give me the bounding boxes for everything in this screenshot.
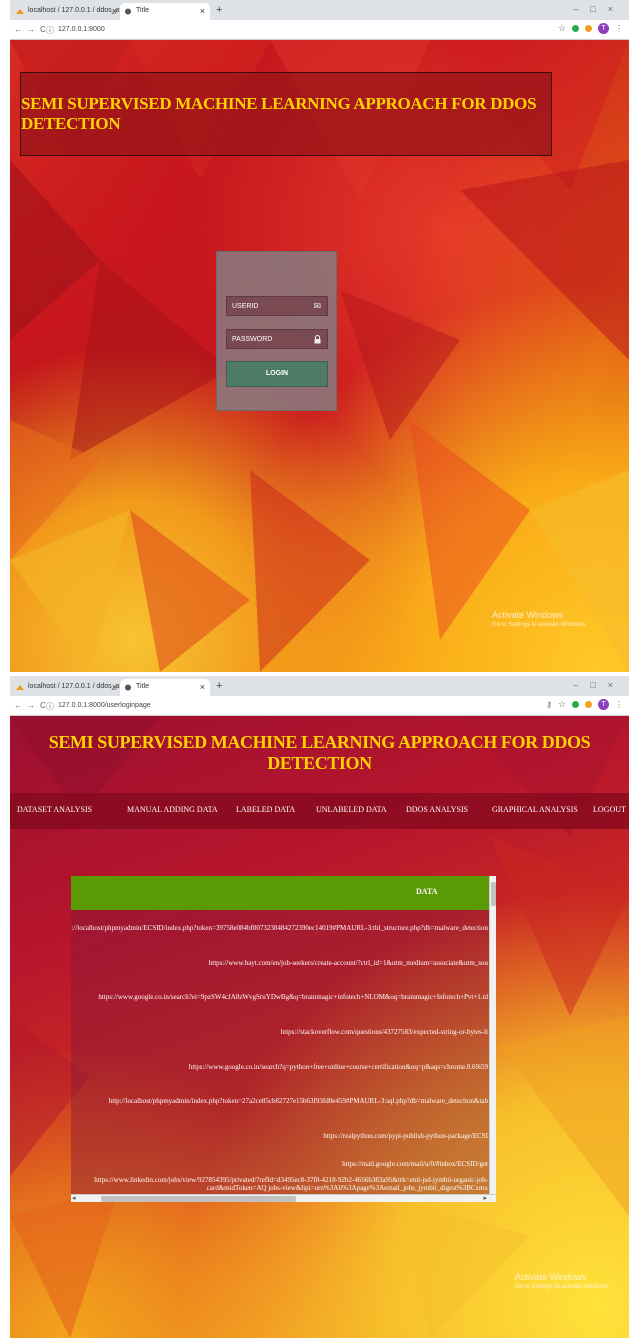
- main-nav: DATASET ANALYSIS MANUAL ADDING DATA LABE…: [10, 793, 629, 829]
- key-icon[interactable]: ⚷: [546, 700, 552, 709]
- table-row: https://mail.google.com/mail/u/0/#inbox/…: [342, 1160, 488, 1168]
- page-title: SEMI SUPERVISED MACHINE LEARNING APPROAC…: [48, 732, 591, 773]
- nav-labeled-data[interactable]: LABELED DATA: [236, 805, 295, 814]
- table-row: https://stackoverflow.com/questions/4372…: [280, 1028, 488, 1036]
- star-icon[interactable]: ☆: [558, 23, 566, 34]
- tab-label: Title: [136, 7, 149, 14]
- url-field[interactable]: 127.0.0.1:8000: [58, 26, 105, 33]
- login-page: SEMI SUPERVISED MACHINE LEARNING APPROAC…: [10, 40, 629, 672]
- extensions-area: ⚷ ☆ T ⋮: [546, 699, 623, 710]
- lock-icon: [314, 335, 321, 344]
- extension-green-icon[interactable]: [572, 701, 579, 708]
- activate-windows-watermark: Activate Windows Go to Settings to activ…: [492, 610, 587, 628]
- column-header-data: DATA: [416, 887, 438, 896]
- table-row: https://www.google.co.in/search?ei=9pzSW…: [98, 993, 488, 1001]
- user-page: SEMI SUPERVISED MACHINE LEARNING APPROAC…: [10, 716, 629, 1338]
- window-controls[interactable]: –□×: [573, 680, 625, 690]
- info-icon[interactable]: ⓘ: [46, 25, 54, 36]
- table-row: https://www.google.co.in/search?q=python…: [188, 1063, 488, 1071]
- new-tab-icon[interactable]: +: [216, 4, 222, 16]
- table-row: http://localhost/phpmyadmin/index.php?to…: [108, 1097, 488, 1105]
- nav-graphical-analysis[interactable]: GRAPHICAL ANALYSIS: [492, 805, 578, 814]
- extensions-area: ☆ T ⋮: [558, 23, 623, 34]
- nav-dataset-analysis[interactable]: DATASET ANALYSIS: [17, 805, 92, 814]
- table-row: https://www.bayt.com/en/job-seekers/crea…: [208, 959, 488, 967]
- star-icon[interactable]: ☆: [558, 699, 566, 710]
- menu-kebab-icon[interactable]: ⋮: [615, 24, 623, 33]
- scroll-right-arrow-icon[interactable]: ▸: [483, 1194, 487, 1202]
- globe-favicon-icon: [124, 684, 132, 691]
- activate-windows-title: Activate Windows: [515, 1272, 587, 1282]
- userid-field[interactable]: USERID ✉: [226, 296, 328, 316]
- userid-placeholder: USERID: [232, 303, 259, 310]
- browser-tab-title[interactable]: Title ×: [120, 679, 210, 696]
- window-controls[interactable]: –□×: [573, 4, 625, 14]
- extension-green-icon[interactable]: [572, 25, 579, 32]
- table-row: http://localhost/phpmyadmin/ECSID/index.…: [71, 924, 488, 932]
- nav-manual-adding-data[interactable]: MANUAL ADDING DATA: [127, 805, 218, 814]
- table-header: DATA: [71, 876, 489, 910]
- password-field[interactable]: PASSWORD: [226, 329, 328, 349]
- browser-tab-phpmyadmin[interactable]: localhost / 127.0.0.1 / ddos_attac ×: [12, 3, 131, 20]
- profile-avatar[interactable]: T: [598, 23, 609, 34]
- nav-logout[interactable]: LOGOUT: [593, 805, 626, 814]
- password-placeholder: PASSWORD: [232, 336, 273, 343]
- address-bar: ←→C ⓘ 127.0.0.1:8000 ☆ T ⋮: [10, 20, 629, 40]
- address-bar: ←→C ⓘ 127.0.0.1:8000/userloginpage ⚷ ☆ T…: [10, 696, 629, 716]
- mail-icon: ✉: [313, 301, 321, 311]
- user-page-screenshot: localhost / 127.0.0.1 / ddos_attac × Tit…: [10, 676, 629, 1338]
- url-field[interactable]: 127.0.0.1:8000/userloginpage: [58, 702, 151, 709]
- browser-tab-title[interactable]: Title ×: [120, 3, 210, 20]
- table-row: https://realpython.com/pypi-publish-pyth…: [323, 1132, 488, 1140]
- info-icon[interactable]: ⓘ: [46, 701, 54, 712]
- close-tab-icon[interactable]: ×: [112, 6, 117, 16]
- menu-kebab-icon[interactable]: ⋮: [615, 700, 623, 709]
- browser-tab-phpmyadmin[interactable]: localhost / 127.0.0.1 / ddos_attac ×: [12, 679, 131, 696]
- browser-tab-bar: localhost / 127.0.0.1 / ddos_attac × Tit…: [10, 676, 629, 696]
- horizontal-scroll-thumb[interactable]: [101, 1196, 296, 1202]
- data-table: DATA http://localhost/phpmyadmin/ECSID/i…: [71, 876, 496, 1194]
- phpmyadmin-favicon-icon: [16, 685, 24, 690]
- nav-ddos-analysis[interactable]: DDOS ANALYSIS: [406, 805, 468, 814]
- table-row: https://www.linkedin.com/jobs/view/92785…: [94, 1176, 488, 1192]
- nav-unlabeled-data[interactable]: UNLABELED DATA: [316, 805, 387, 814]
- title-banner: SEMI SUPERVISED MACHINE LEARNING APPROAC…: [20, 72, 552, 156]
- close-tab-icon[interactable]: ×: [200, 6, 205, 16]
- close-tab-icon[interactable]: ×: [112, 682, 117, 692]
- tab-label: Title: [136, 683, 149, 690]
- horizontal-scrollbar[interactable]: ◂ ▸: [71, 1194, 496, 1202]
- login-form: USERID ✉ PASSWORD LOGIN: [216, 251, 337, 411]
- extension-orange-icon[interactable]: [585, 701, 592, 708]
- globe-favicon-icon: [124, 8, 132, 15]
- activate-windows-watermark: Activate Windows Go to Settings to activ…: [515, 1272, 610, 1290]
- activate-windows-subtitle: Go to Settings to activate Windows.: [515, 1284, 610, 1290]
- vertical-scrollbar[interactable]: [489, 876, 496, 1194]
- extension-orange-icon[interactable]: [585, 25, 592, 32]
- page-title: SEMI SUPERVISED MACHINE LEARNING APPROAC…: [21, 94, 537, 133]
- activate-windows-subtitle: Go to Settings to activate Windows.: [492, 622, 587, 628]
- browser-tab-bar: localhost / 127.0.0.1 / ddos_attac × Tit…: [10, 0, 629, 20]
- login-screenshot: localhost / 127.0.0.1 / ddos_attac × Tit…: [10, 0, 629, 672]
- scroll-left-arrow-icon[interactable]: ◂: [72, 1194, 76, 1202]
- login-button[interactable]: LOGIN: [226, 361, 328, 387]
- activate-windows-title: Activate Windows: [492, 610, 564, 620]
- vertical-scroll-thumb[interactable]: [491, 882, 496, 906]
- phpmyadmin-favicon-icon: [16, 9, 24, 14]
- close-tab-icon[interactable]: ×: [200, 682, 205, 692]
- profile-avatar[interactable]: T: [598, 699, 609, 710]
- new-tab-icon[interactable]: +: [216, 680, 222, 692]
